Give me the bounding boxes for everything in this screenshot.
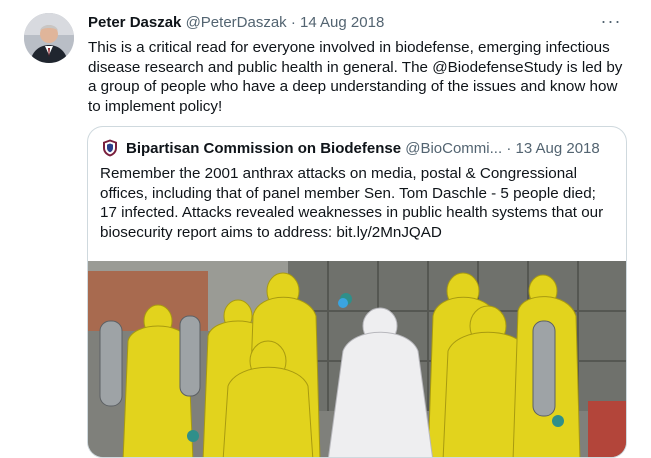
- tweet-header: Peter Daszak @PeterDaszak · 14 Aug 2018: [88, 13, 384, 33]
- shield-logo-icon: [100, 138, 120, 158]
- separator: ·: [290, 14, 296, 31]
- author-handle[interactable]: @PeterDaszak: [186, 14, 287, 31]
- quoted-text: Remember the 2001 anthrax attacks on med…: [100, 165, 604, 241]
- more-horizontal-icon[interactable]: ···: [600, 12, 622, 34]
- quoted-tweet[interactable]: Bipartisan Commission on Biodefense @Bio…: [87, 126, 627, 458]
- hazmat-photo: [88, 261, 626, 457]
- avatar-photo: [24, 13, 74, 63]
- quoted-date[interactable]: 13 Aug 2018: [515, 140, 599, 157]
- tweet-text: This is a critical read for everyone inv…: [88, 39, 623, 115]
- tweet[interactable]: Peter Daszak @PeterDaszak · 14 Aug 2018 …: [0, 0, 651, 458]
- quoted-author-handle[interactable]: @BioCommi...: [405, 140, 502, 157]
- quoted-separator: ·: [506, 140, 512, 157]
- quoted-author-name[interactable]: Bipartisan Commission on Biodefense: [126, 140, 401, 157]
- quoted-header: Bipartisan Commission on Biodefense @Bio…: [126, 139, 600, 159]
- tweet-date[interactable]: 14 Aug 2018: [300, 14, 384, 31]
- avatar[interactable]: [24, 13, 74, 63]
- author-name[interactable]: Peter Daszak: [88, 14, 181, 31]
- quoted-media-image[interactable]: [88, 261, 626, 457]
